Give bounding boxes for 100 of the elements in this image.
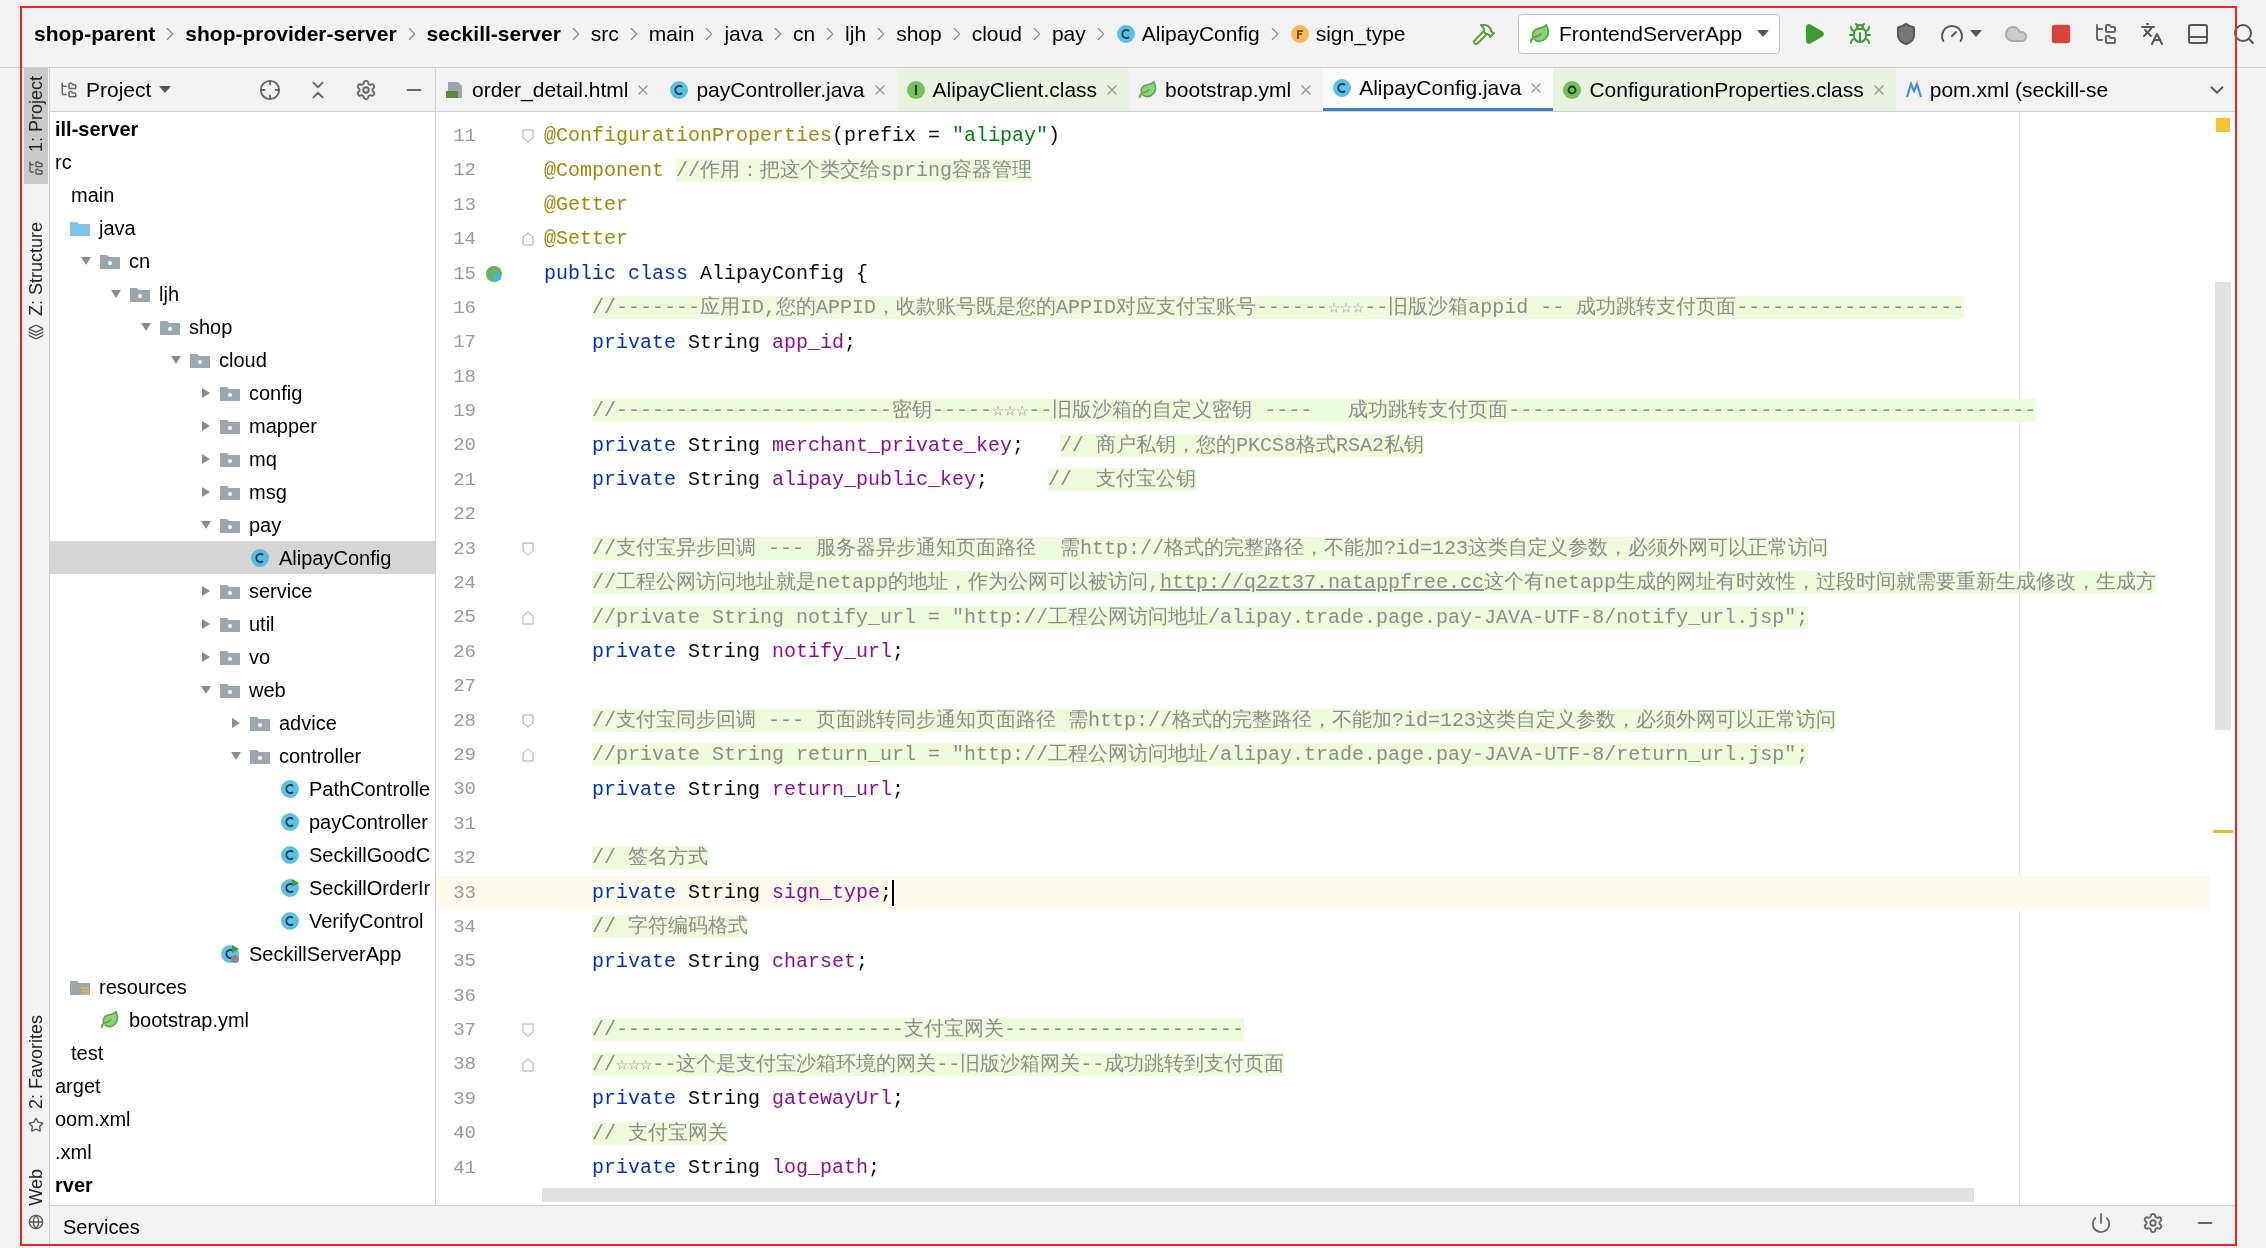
- tree-item[interactable]: msg: [50, 475, 435, 508]
- tree-item[interactable]: vo: [50, 640, 435, 673]
- collapsed-arrow-icon[interactable]: [200, 452, 212, 465]
- breadcrumb-item[interactable]: shop-provider-server: [185, 17, 397, 50]
- tree-item[interactable]: SeckillOrderIr: [50, 871, 435, 904]
- expanded-arrow-icon[interactable]: [200, 518, 212, 531]
- tree-item[interactable]: oom.xml: [50, 1102, 435, 1135]
- tool-window-tab[interactable]: Z: Structure: [24, 214, 48, 349]
- settings-icon[interactable]: [2142, 1212, 2164, 1234]
- breadcrumb-item[interactable]: sign_type: [1289, 17, 1406, 50]
- tree-item[interactable]: java: [50, 211, 435, 244]
- tree-item[interactable]: SeckillServerApp: [50, 937, 435, 970]
- tree-item[interactable]: rver: [50, 1168, 435, 1201]
- tree-item[interactable]: shop: [50, 310, 435, 343]
- collapsed-arrow-icon[interactable]: [200, 386, 212, 399]
- tree-item[interactable]: resources: [50, 970, 435, 1003]
- locate-icon[interactable]: [259, 78, 281, 101]
- editor-tab[interactable]: order_detail.html: [436, 68, 661, 111]
- horizontal-scrollbar[interactable]: [542, 1188, 1974, 1203]
- fold-start-icon[interactable]: [521, 541, 535, 556]
- editor-tab[interactable]: bootstrap.yml: [1129, 68, 1324, 111]
- run-configuration-dropdown[interactable]: FrontendServerApp: [1518, 13, 1780, 54]
- fold-start-icon[interactable]: [521, 713, 535, 728]
- editor-tab[interactable]: AlipayClient.class: [896, 68, 1130, 111]
- caret-icon[interactable]: [1970, 30, 1982, 37]
- breadcrumb-item[interactable]: AlipayConfig: [1115, 17, 1260, 50]
- bean-icon[interactable]: [485, 264, 503, 283]
- tree-item[interactable]: bootstrap.yml: [50, 1003, 435, 1036]
- breadcrumb-item[interactable]: seckill-server: [426, 17, 561, 50]
- tree-item[interactable]: test: [50, 1036, 435, 1069]
- tree-item[interactable]: VerifyControl: [50, 904, 435, 937]
- breadcrumb-item[interactable]: main: [648, 17, 695, 50]
- editor-tab[interactable]: AlipayConfig.java: [1323, 68, 1554, 111]
- collapsed-arrow-icon[interactable]: [200, 650, 212, 663]
- tree-item[interactable]: SeckillGoodC: [50, 838, 435, 871]
- fold-start-icon[interactable]: [521, 129, 535, 144]
- collapsed-arrow-icon[interactable]: [200, 419, 212, 432]
- expanded-arrow-icon[interactable]: [230, 749, 242, 762]
- editor-tab[interactable]: payController.java: [660, 68, 897, 111]
- stop-icon[interactable]: [2050, 22, 2072, 45]
- breadcrumb-item[interactable]: src: [590, 17, 619, 50]
- tree-item[interactable]: ill-server: [50, 112, 435, 145]
- project-structure-icon[interactable]: [2094, 21, 2118, 46]
- tree-item[interactable]: main: [50, 178, 435, 211]
- breadcrumb-item[interactable]: java: [724, 17, 763, 50]
- power-icon[interactable]: [2090, 1212, 2112, 1234]
- expanded-arrow-icon[interactable]: [170, 353, 182, 366]
- tree-item[interactable]: cloud: [50, 343, 435, 376]
- breadcrumb-item[interactable]: shop-parent: [34, 17, 156, 50]
- collapsed-arrow-icon[interactable]: [200, 617, 212, 630]
- search-icon[interactable]: [2232, 21, 2256, 46]
- tree-item[interactable]: config: [50, 376, 435, 409]
- tool-window-tab[interactable]: Web: [24, 1161, 48, 1238]
- tree-item[interactable]: pay: [50, 508, 435, 541]
- tree-item[interactable]: AlipayConfig: [50, 541, 435, 574]
- tree-item[interactable]: advice: [50, 706, 435, 739]
- tree-item[interactable]: web: [50, 673, 435, 706]
- editor-tab[interactable]: pom.xml (seckill-se: [1895, 68, 2118, 111]
- tree-item[interactable]: service: [50, 574, 435, 607]
- services-tab[interactable]: Services: [63, 1212, 140, 1242]
- expanded-arrow-icon[interactable]: [140, 320, 152, 333]
- tree-item[interactable]: util: [50, 607, 435, 640]
- tree-item[interactable]: controller: [50, 739, 435, 772]
- shield-icon[interactable]: [1894, 21, 1918, 46]
- fold-end-icon[interactable]: [521, 610, 535, 625]
- expanded-arrow-icon[interactable]: [200, 683, 212, 696]
- tree-item[interactable]: rc: [50, 145, 435, 178]
- expanded-arrow-icon[interactable]: [80, 254, 92, 267]
- tree-item[interactable]: PathControlle: [50, 772, 435, 805]
- breadcrumb-item[interactable]: ljh: [845, 17, 867, 50]
- fold-end-icon[interactable]: [521, 1057, 535, 1072]
- tree-item[interactable]: cn: [50, 244, 435, 277]
- tree-item[interactable]: payController: [50, 805, 435, 838]
- expanded-arrow-icon[interactable]: [110, 287, 122, 300]
- tree-item[interactable]: mq: [50, 442, 435, 475]
- tree-item[interactable]: .xml: [50, 1135, 435, 1168]
- breadcrumb-item[interactable]: shop: [896, 17, 942, 50]
- editor-tab[interactable]: ConfigurationProperties.class: [1553, 68, 1896, 111]
- tree-item[interactable]: arget: [50, 1069, 435, 1102]
- collapsed-arrow-icon[interactable]: [230, 716, 242, 729]
- line-number: 33: [452, 880, 476, 906]
- hammer-icon[interactable]: [1472, 21, 1496, 46]
- breadcrumb-item[interactable]: cloud: [971, 17, 1022, 50]
- tree-item[interactable]: mapper: [50, 409, 435, 442]
- vertical-scrollbar[interactable]: [2215, 282, 2231, 730]
- translate-icon[interactable]: [2140, 21, 2164, 46]
- fold-start-icon[interactable]: [521, 1023, 535, 1038]
- settings-icon[interactable]: [355, 78, 377, 101]
- breadcrumb-item[interactable]: cn: [792, 17, 816, 50]
- breadcrumb-item[interactable]: pay: [1051, 17, 1086, 50]
- class-icon: [250, 547, 270, 568]
- panel-icon[interactable]: [2186, 21, 2210, 46]
- tool-window-tab[interactable]: 1: Project: [24, 68, 48, 185]
- bug-icon[interactable]: [1848, 21, 1872, 46]
- collapsed-arrow-icon[interactable]: [200, 584, 212, 597]
- tree-item[interactable]: ljh: [50, 277, 435, 310]
- tool-window-tab[interactable]: 2: Favorites: [24, 1007, 48, 1142]
- fold-end-icon[interactable]: [521, 232, 535, 247]
- fold-end-icon[interactable]: [521, 748, 535, 763]
- collapsed-arrow-icon[interactable]: [200, 485, 212, 498]
